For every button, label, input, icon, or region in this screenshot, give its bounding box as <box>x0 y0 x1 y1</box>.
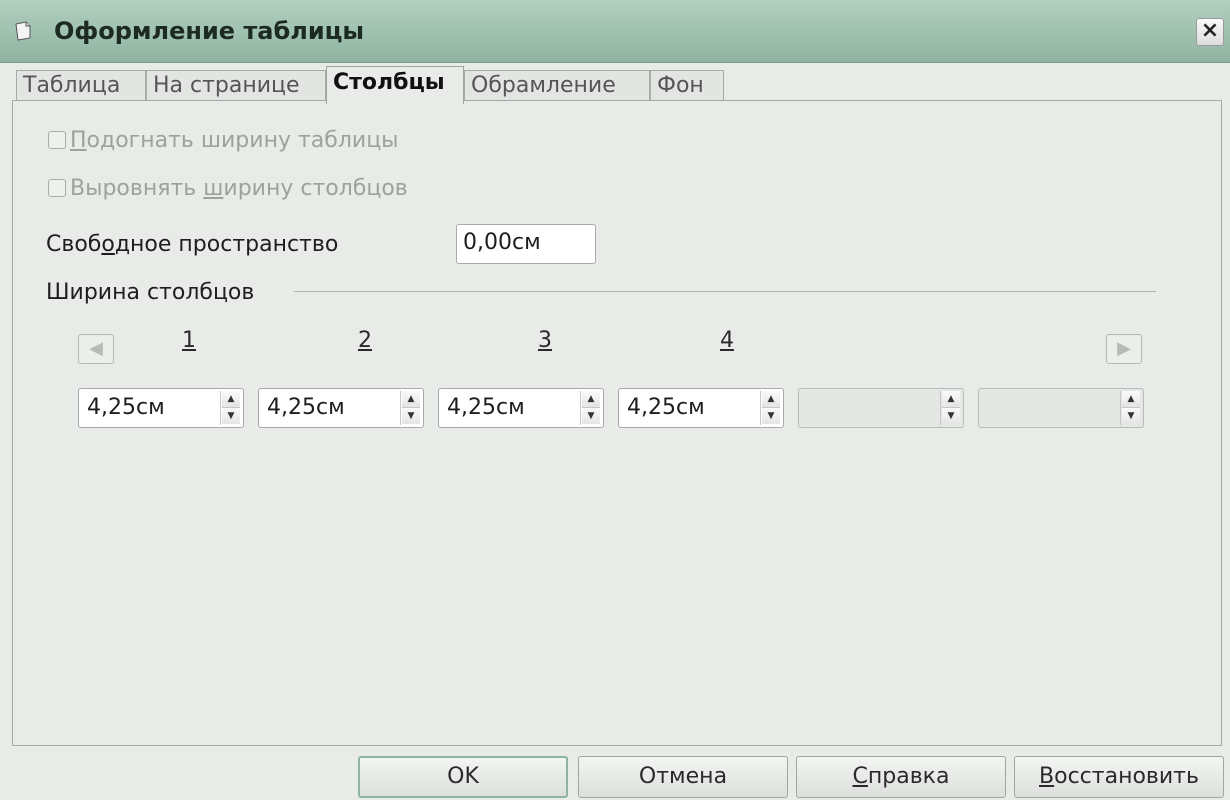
column-width-spin-1[interactable]: 4,25см ▲ ▼ <box>78 388 244 428</box>
scroll-left-arrow-icon[interactable]: ◀ <box>78 334 114 364</box>
column-number-4: 4 <box>720 328 734 353</box>
spin-up-icon[interactable]: ▲ <box>942 391 960 408</box>
spin-up-icon[interactable]: ▲ <box>762 391 780 408</box>
column-width-value-1: 4,25см <box>87 395 165 420</box>
title-bar: Оформление таблицы × <box>0 0 1230 63</box>
column-number-3: 3 <box>538 328 552 353</box>
column-width-spin-3[interactable]: 4,25см ▲ ▼ <box>438 388 604 428</box>
column-width-spin-6[interactable]: ▲ ▼ <box>978 388 1144 428</box>
close-button[interactable]: × <box>1196 18 1224 46</box>
column-width-spin-2[interactable]: 4,25см ▲ ▼ <box>258 388 424 428</box>
tab-borders[interactable]: Обрамление <box>464 70 650 102</box>
column-width-value-4: 4,25см <box>627 395 705 420</box>
spin-down-icon[interactable]: ▼ <box>942 408 960 424</box>
spin-down-icon[interactable]: ▼ <box>1122 408 1140 424</box>
tab-table[interactable]: Таблица <box>16 70 146 102</box>
column-number-2: 2 <box>358 328 372 353</box>
fit-width-label: Подогнать ширину таблицы <box>70 128 399 153</box>
ok-button[interactable]: OK <box>358 756 568 798</box>
tab-background[interactable]: Фон <box>650 70 724 102</box>
free-space-input[interactable]: 0,00см <box>456 224 596 264</box>
spin-down-icon[interactable]: ▼ <box>582 408 600 424</box>
help-button[interactable]: Справка <box>796 756 1006 798</box>
fieldset-divider <box>294 291 1156 292</box>
spin-down-icon[interactable]: ▼ <box>762 408 780 424</box>
spin-down-icon[interactable]: ▼ <box>222 408 240 424</box>
spin-up-icon[interactable]: ▲ <box>402 391 420 408</box>
fit-width-checkbox[interactable] <box>48 131 66 149</box>
reset-button[interactable]: Восстановить <box>1014 756 1224 798</box>
tab-page[interactable]: На странице <box>146 70 326 102</box>
cancel-button[interactable]: Отмена <box>578 756 788 798</box>
column-number-1: 1 <box>182 328 196 353</box>
scroll-right-arrow-icon[interactable]: ▶ <box>1106 334 1142 364</box>
column-width-value-3: 4,25см <box>447 395 525 420</box>
column-width-legend: Ширина столбцов <box>46 280 255 305</box>
window-title: Оформление таблицы <box>54 17 365 45</box>
spin-down-icon[interactable]: ▼ <box>402 408 420 424</box>
equal-width-checkbox[interactable] <box>48 179 66 197</box>
equal-width-checkbox-row[interactable]: Выровнять ширину столбцов <box>48 176 408 201</box>
column-width-spin-4[interactable]: 4,25см ▲ ▼ <box>618 388 784 428</box>
column-width-value-2: 4,25см <box>267 395 345 420</box>
fit-width-checkbox-row[interactable]: Подогнать ширину таблицы <box>48 128 399 153</box>
equal-width-label: Выровнять ширину столбцов <box>70 176 408 201</box>
spin-up-icon[interactable]: ▲ <box>222 391 240 408</box>
column-width-spin-5[interactable]: ▲ ▼ <box>798 388 964 428</box>
spin-up-icon[interactable]: ▲ <box>582 391 600 408</box>
tab-columns[interactable]: Столбцы <box>326 66 464 104</box>
spin-up-icon[interactable]: ▲ <box>1122 391 1140 408</box>
free-space-label: Свободное пространство <box>46 232 339 257</box>
app-document-icon <box>15 21 31 41</box>
